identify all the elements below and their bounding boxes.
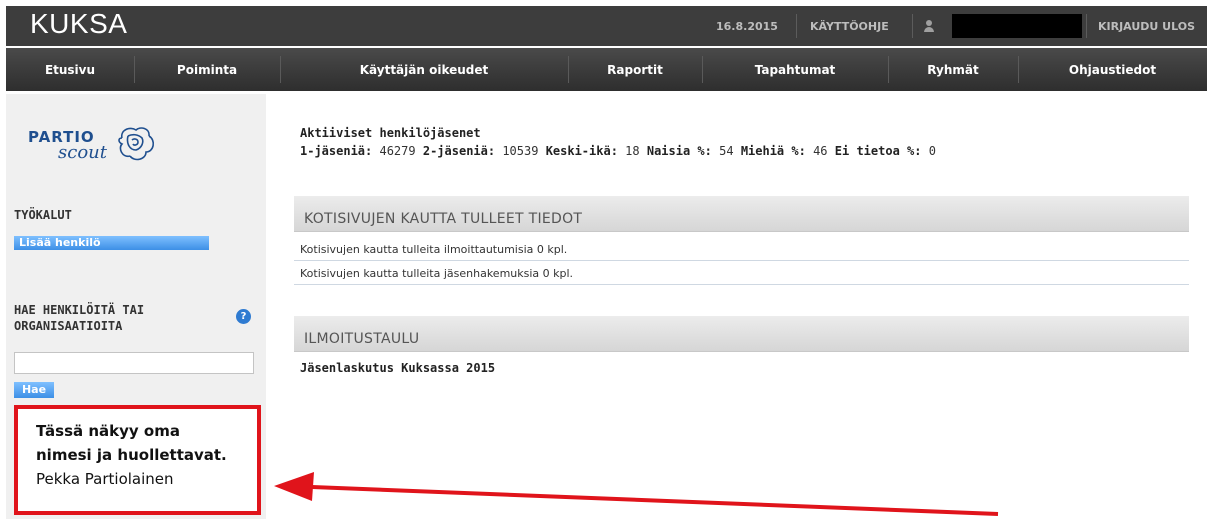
arrow-head (274, 472, 314, 501)
red-arrow-annotation (274, 472, 999, 516)
arrow-shaft (311, 485, 999, 516)
